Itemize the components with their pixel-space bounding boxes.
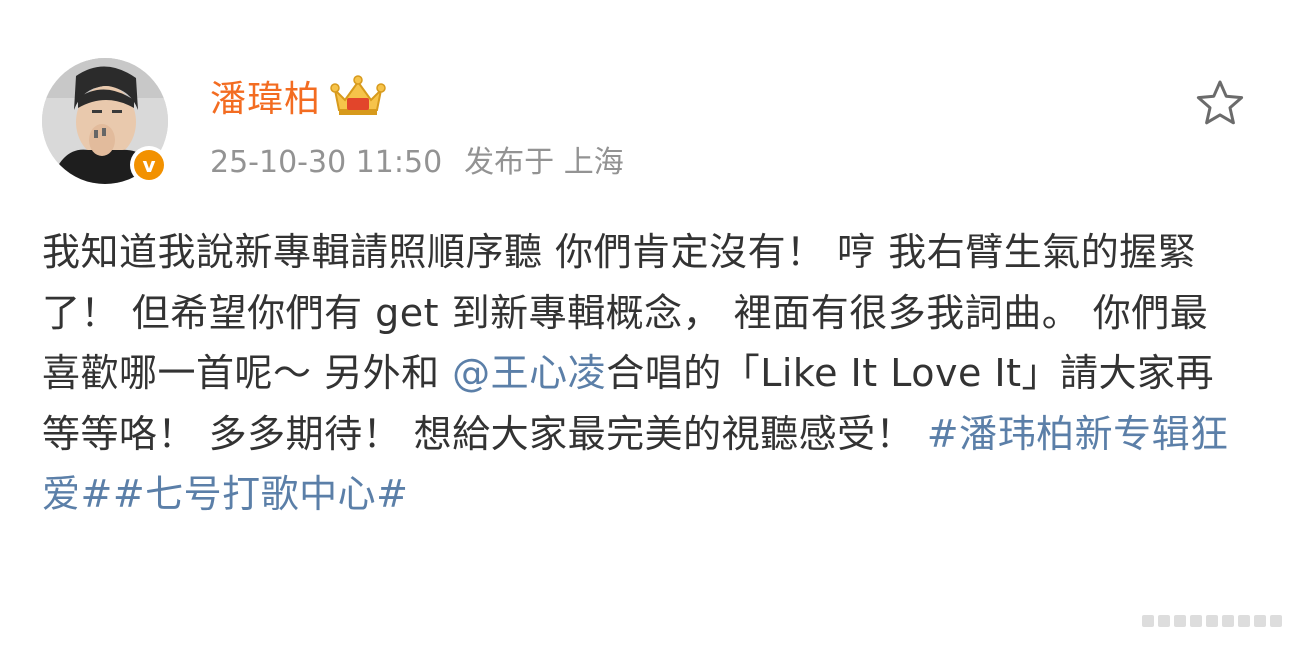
star-outline-icon[interactable]: [1192, 76, 1248, 132]
author-row: 潘瑋柏: [210, 72, 387, 120]
post-meta: 25-10-30 11:50 发布于 上海: [210, 137, 624, 181]
weibo-post-card: v 潘瑋柏 25-10-30 11:50 发布于 上海 我知道我說新專輯請照順序聽…: [0, 0, 1290, 657]
post-timestamp: 25-10-30 11:50: [210, 145, 443, 180]
post-content: 我知道我說新專輯請照順序聽 你們肯定沒有！ 哼 我右臂生氣的握緊了！ 但希望你們…: [42, 222, 1242, 525]
watermark-dots: [1142, 615, 1282, 627]
post-source: 发布于 上海: [464, 145, 624, 180]
author-name[interactable]: 潘瑋柏: [210, 70, 321, 122]
vip-crown-icon: [330, 75, 386, 115]
hashtag-link[interactable]: #七号打歌中心#: [113, 472, 409, 516]
verified-icon: v: [130, 146, 168, 184]
mention-link[interactable]: @王心凌: [452, 351, 606, 395]
